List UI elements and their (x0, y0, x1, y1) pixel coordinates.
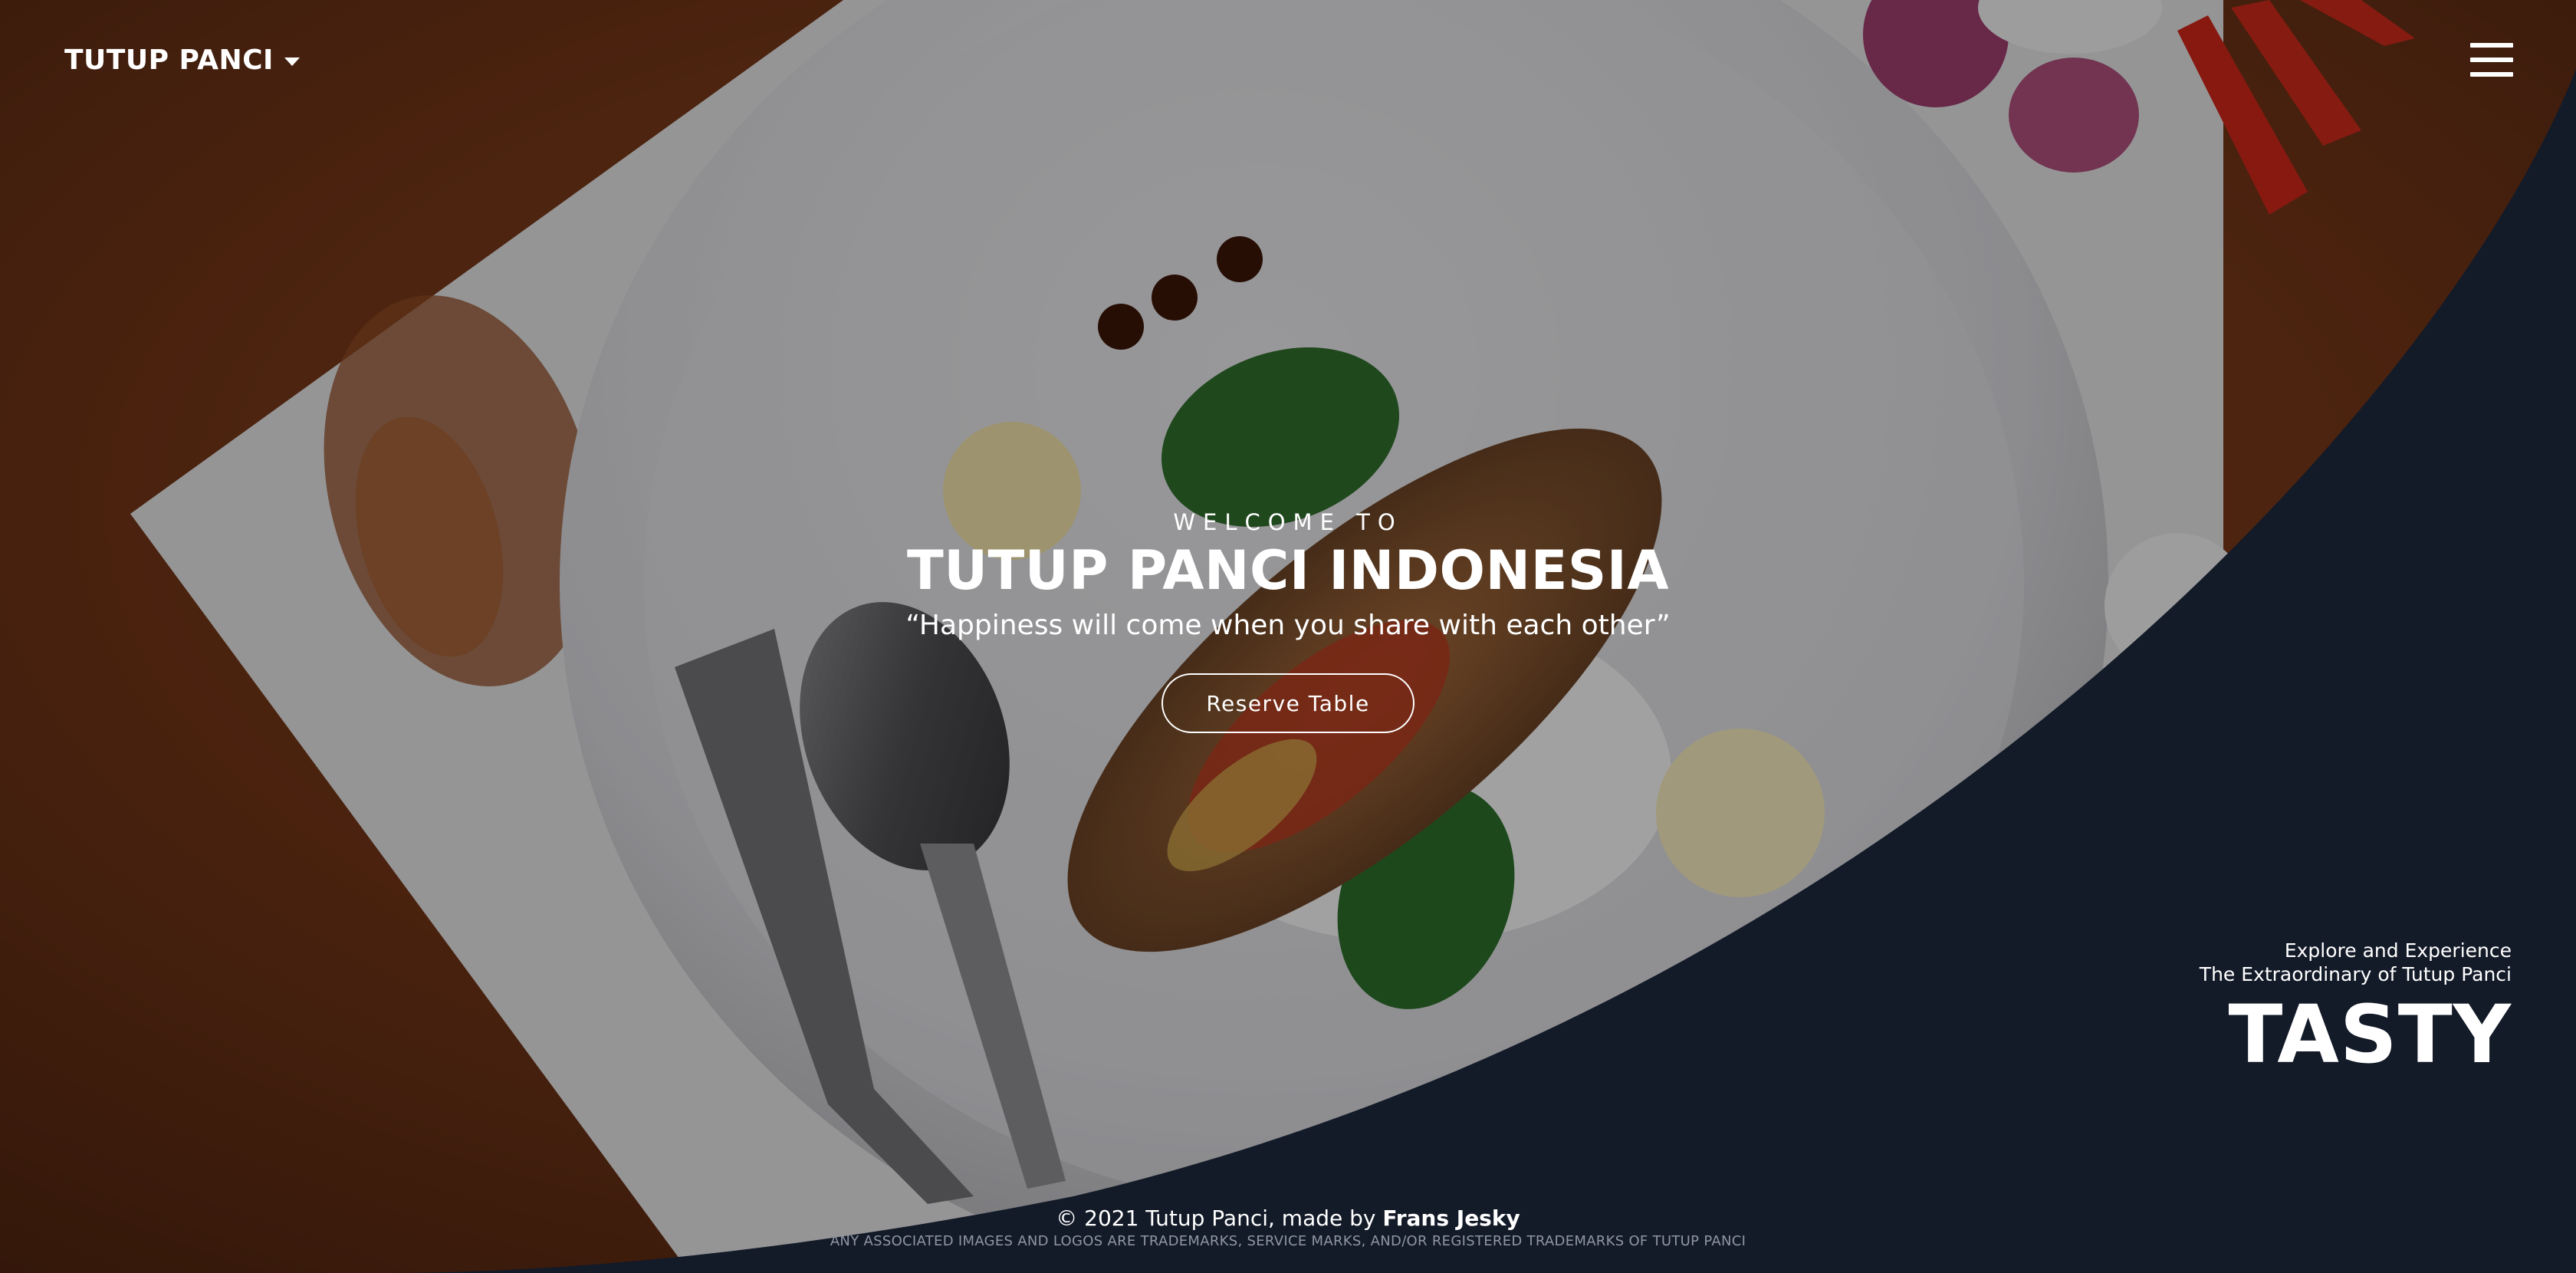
hamburger-menu-icon-bar (2470, 58, 2513, 62)
copyright-prefix: © 2021 Tutup Panci, made by (1056, 1206, 1383, 1231)
reserve-table-button[interactable]: Reserve Table (1162, 673, 1414, 733)
tasty-line-2: The Extraordinary of Tutup Panci (2199, 963, 2512, 985)
chevron-down-icon (284, 58, 300, 66)
legal-notice: ANY ASSOCIATED IMAGES AND LOGOS ARE TRAD… (830, 1233, 1746, 1249)
copyright-text: © 2021 Tutup Panci, made by Frans Jesky (675, 1206, 1901, 1232)
hero-section: WELCOME TO TUTUP PANCI INDONESIA “Happin… (828, 508, 1748, 733)
tasty-line-1: Explore and Experience (2284, 939, 2512, 962)
welcome-text: WELCOME TO (1173, 509, 1403, 535)
hero-title: TUTUP PANCI INDONESIA (906, 539, 1670, 602)
brand-dropdown[interactable]: TUTUP PANCI (64, 44, 300, 76)
hero-quote: “Happiness will come when you share with… (905, 610, 1671, 641)
hamburger-menu-icon-bar (2470, 43, 2513, 48)
footer: © 2021 Tutup Panci, made by Frans Jesky … (675, 1206, 1901, 1252)
hamburger-menu-button[interactable] (2470, 43, 2513, 77)
tasty-promo: Explore and Experience The Extraordinary… (2200, 939, 2512, 1077)
page: TUTUP PANCI WELCOME TO TUTUP PANCI INDON… (0, 0, 2576, 1273)
author-name: Frans Jesky (1382, 1206, 1520, 1231)
tasty-headline: TASTY (2228, 988, 2512, 1081)
brand-name: TUTUP PANCI (64, 44, 274, 76)
hamburger-menu-icon-bar (2470, 72, 2513, 77)
